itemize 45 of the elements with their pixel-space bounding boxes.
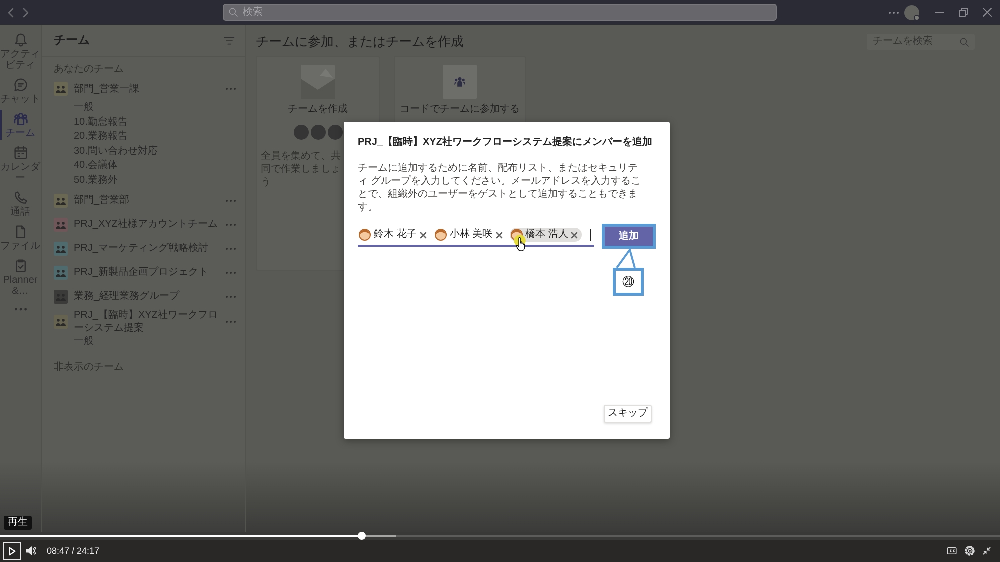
chevron-left-icon[interactable] bbox=[8, 8, 14, 18]
text-cursor bbox=[590, 229, 592, 241]
time-display: 08:47 / 24:17 bbox=[47, 546, 100, 556]
card-title: チームを作成 bbox=[288, 103, 348, 117]
sidebar-title: チーム bbox=[54, 32, 90, 49]
seek-bar[interactable] bbox=[0, 532, 1000, 540]
search-field[interactable]: 検索 bbox=[223, 4, 777, 21]
remove-icon[interactable] bbox=[571, 232, 578, 238]
chevron-right-icon[interactable] bbox=[23, 8, 29, 18]
phone-icon bbox=[14, 191, 28, 205]
file-icon bbox=[14, 225, 28, 239]
profile-avatar[interactable] bbox=[904, 4, 920, 20]
settings-icon[interactable] bbox=[965, 546, 975, 556]
clipboard-check-icon bbox=[14, 259, 28, 273]
chat-icon bbox=[14, 78, 28, 92]
tooltip: 再生 bbox=[4, 516, 32, 530]
people-picker-field[interactable]: 鈴木 花子 小林 美咲 橋本 浩人 bbox=[358, 226, 594, 247]
search-icon bbox=[229, 8, 238, 17]
exit-fullscreen-icon[interactable] bbox=[983, 547, 991, 555]
member-avatar bbox=[310, 125, 326, 140]
volume-icon[interactable] bbox=[26, 546, 36, 556]
seek-thumb[interactable] bbox=[358, 532, 366, 540]
bell-icon bbox=[14, 33, 28, 47]
page-heading: チームに参加、またはチームを作成 bbox=[256, 34, 464, 50]
people-icon bbox=[14, 112, 28, 126]
add-button[interactable]: 追加 bbox=[605, 227, 653, 246]
play-icon bbox=[8, 546, 16, 556]
calendar-icon bbox=[14, 146, 28, 160]
hand-cursor-icon bbox=[514, 235, 527, 252]
member-avatar bbox=[294, 125, 308, 140]
skip-button[interactable]: スキップ bbox=[604, 405, 652, 423]
captions-icon[interactable] bbox=[947, 547, 957, 555]
search-icon bbox=[960, 38, 969, 46]
close-icon[interactable] bbox=[983, 8, 992, 17]
card-title: コードでチームに参加する bbox=[400, 103, 520, 117]
remove-icon[interactable] bbox=[496, 232, 503, 238]
avatar-icon bbox=[434, 229, 447, 241]
remove-icon[interactable] bbox=[420, 232, 427, 238]
member-avatar bbox=[328, 125, 342, 140]
restore-icon[interactable] bbox=[959, 8, 968, 17]
avatar-icon bbox=[359, 229, 371, 241]
team-illustration bbox=[301, 65, 335, 99]
play-button[interactable] bbox=[3, 542, 21, 560]
people-icon bbox=[443, 65, 477, 99]
person-chip[interactable]: 小林 美咲 bbox=[434, 228, 507, 242]
